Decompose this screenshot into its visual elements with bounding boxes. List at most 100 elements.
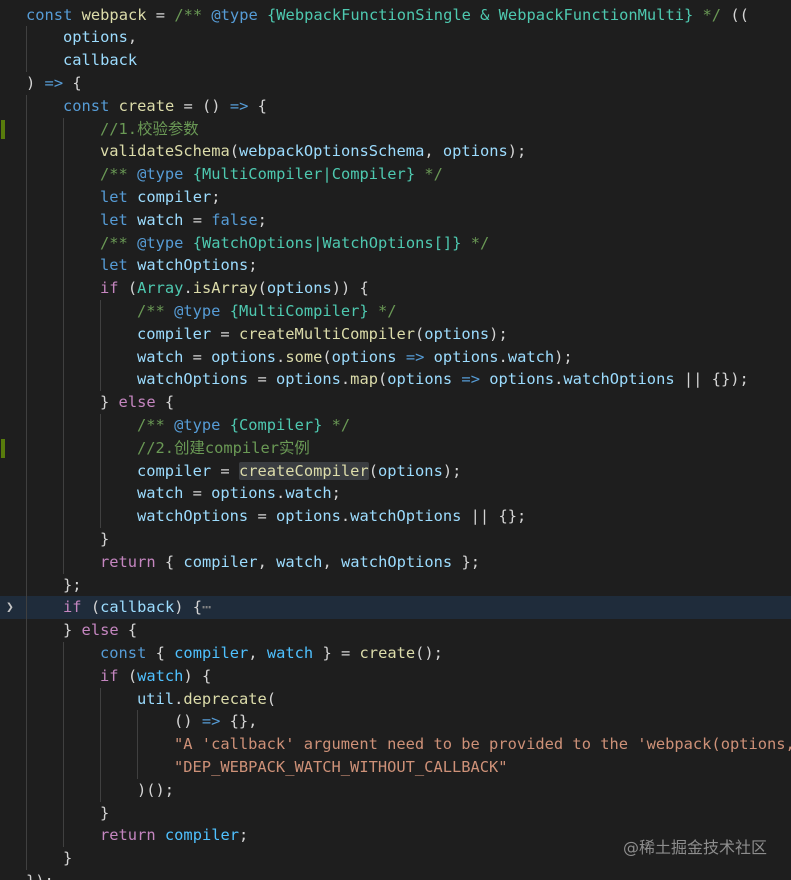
code-token: some (285, 347, 323, 366)
chevron-right-icon[interactable]: ❯ (6, 596, 14, 619)
code-line[interactable]: () => {}, (0, 710, 791, 734)
code-token: if (100, 279, 119, 298)
indent-guide (63, 755, 64, 779)
code-token: //2.创建compiler实例 (137, 438, 310, 457)
code-token: } = (313, 643, 360, 662)
code-line[interactable]: //2.创建compiler实例 (0, 436, 791, 460)
code-line[interactable]: if (watch) { (0, 664, 791, 688)
code-text: )(); (137, 779, 174, 802)
code-line[interactable]: /** @type {MultiCompiler} */ (0, 299, 791, 323)
code-line[interactable]: watch = options.some(options => options.… (0, 345, 791, 369)
code-line[interactable]: if (Array.isArray(options)) { (0, 277, 791, 301)
code-text: watch = options.some(options => options.… (137, 346, 573, 369)
code-token: watch (285, 484, 332, 503)
indent-guide (63, 436, 64, 460)
code-token: , (257, 552, 277, 571)
code-token: )(); (137, 780, 175, 799)
code-line[interactable]: compiler = createMultiCompiler(options); (0, 322, 791, 346)
code-token: @type (211, 5, 258, 24)
code-line[interactable]: ) => { (0, 72, 791, 95)
code-token: watchOptions (341, 552, 453, 571)
indent-guide (100, 322, 101, 346)
code-token: */ (322, 415, 351, 434)
code-token: ( (322, 347, 332, 366)
code-token: createCompiler (238, 461, 369, 480)
code-line[interactable]: "DEP_WEBPACK_WATCH_WITHOUT_CALLBACK" (0, 755, 791, 779)
code-token: . (340, 370, 351, 389)
code-token: {Compiler} (229, 415, 323, 434)
code-text: } (63, 847, 72, 870)
code-line[interactable]: }); (0, 870, 791, 880)
code-token: ; (331, 484, 341, 503)
code-text: } (100, 802, 109, 825)
code-token: ( (257, 279, 267, 298)
indent-guide (63, 208, 64, 232)
code-token: create (118, 96, 175, 115)
code-text: util.deprecate( (137, 688, 276, 711)
code-line[interactable]: return { compiler, watch, watchOptions }… (0, 550, 791, 574)
code-line[interactable]: }; (0, 573, 791, 597)
indent-guide (26, 345, 27, 369)
code-line[interactable]: watch = options.watch; (0, 482, 791, 506)
code-line[interactable]: validateSchema(webpackOptionsSchema, opt… (0, 140, 791, 164)
code-line[interactable]: const create = () => { (0, 94, 791, 118)
code-token: ); (554, 347, 573, 366)
code-line[interactable]: } else { (0, 619, 791, 643)
code-token: else (81, 621, 119, 640)
code-text: } (100, 528, 109, 551)
indent-guide (26, 26, 27, 50)
code-token: return (100, 552, 156, 571)
indent-guide (26, 824, 27, 848)
code-line[interactable]: options, (0, 26, 791, 50)
code-line[interactable]: let compiler; (0, 185, 791, 209)
code-token: /** (174, 5, 212, 24)
code-line[interactable]: /** @type {MultiCompiler|Compiler} */ (0, 163, 791, 187)
code-line[interactable]: util.deprecate( (0, 687, 791, 711)
code-line[interactable]: callback (0, 49, 791, 73)
code-line[interactable]: } (0, 527, 791, 551)
code-token: {WebpackFunctionSingle & WebpackFunction… (267, 5, 694, 24)
code-line[interactable]: watchOptions = options.map(options => op… (0, 368, 791, 392)
code-line[interactable]: const { compiler, watch } = create(); (0, 641, 791, 665)
indent-guide (26, 94, 27, 118)
code-line[interactable]: watchOptions = options.watchOptions || {… (0, 505, 791, 529)
indent-guide (63, 459, 64, 483)
code-token: . (498, 347, 508, 366)
code-line[interactable]: /** @type {Compiler} */ (0, 413, 791, 437)
code-text: //2.创建compiler实例 (137, 437, 310, 460)
indent-guide (26, 277, 27, 301)
code-token: }; (452, 552, 481, 571)
indent-guide (26, 254, 27, 278)
code-token: (); (415, 643, 443, 662)
code-line[interactable]: ❯ if (callback) {⋯ (0, 596, 791, 620)
code-line[interactable]: compiler = createCompiler(options); (0, 459, 791, 483)
code-line[interactable]: let watchOptions; (0, 254, 791, 278)
code-line[interactable]: )(); (0, 778, 791, 802)
code-token: watchOptions (137, 370, 249, 389)
code-token: watch (507, 347, 555, 366)
code-token: = (248, 507, 277, 526)
code-line[interactable]: } (0, 801, 791, 825)
indent-guide (63, 413, 64, 437)
code-line[interactable]: const webpack = /** @type {WebpackFuncti… (0, 4, 791, 27)
code-line[interactable]: "A 'callback' argument need to be provid… (0, 733, 791, 757)
code-token: = (211, 324, 239, 343)
code-text: options, (63, 26, 137, 49)
code-editor[interactable]: const webpack = /** @type {WebpackFuncti… (0, 0, 791, 880)
code-token: watch (137, 484, 184, 503)
code-line[interactable]: /** @type {WatchOptions|WatchOptions[]} … (0, 231, 791, 255)
code-text: }); (26, 870, 54, 880)
code-token: options (63, 28, 128, 47)
code-line[interactable]: //1.校验参数 (0, 117, 791, 141)
code-line[interactable]: } else { (0, 391, 791, 415)
indent-guide (100, 413, 101, 437)
indent-guide (26, 664, 27, 688)
code-token: validateSchema (100, 142, 230, 161)
code-token: @type (137, 233, 184, 252)
code-token: => (229, 96, 249, 115)
code-token: watch (137, 666, 184, 685)
code-text: () => {}, (174, 710, 257, 733)
code-line[interactable]: let watch = false; (0, 208, 791, 232)
code-token: const (63, 96, 110, 115)
